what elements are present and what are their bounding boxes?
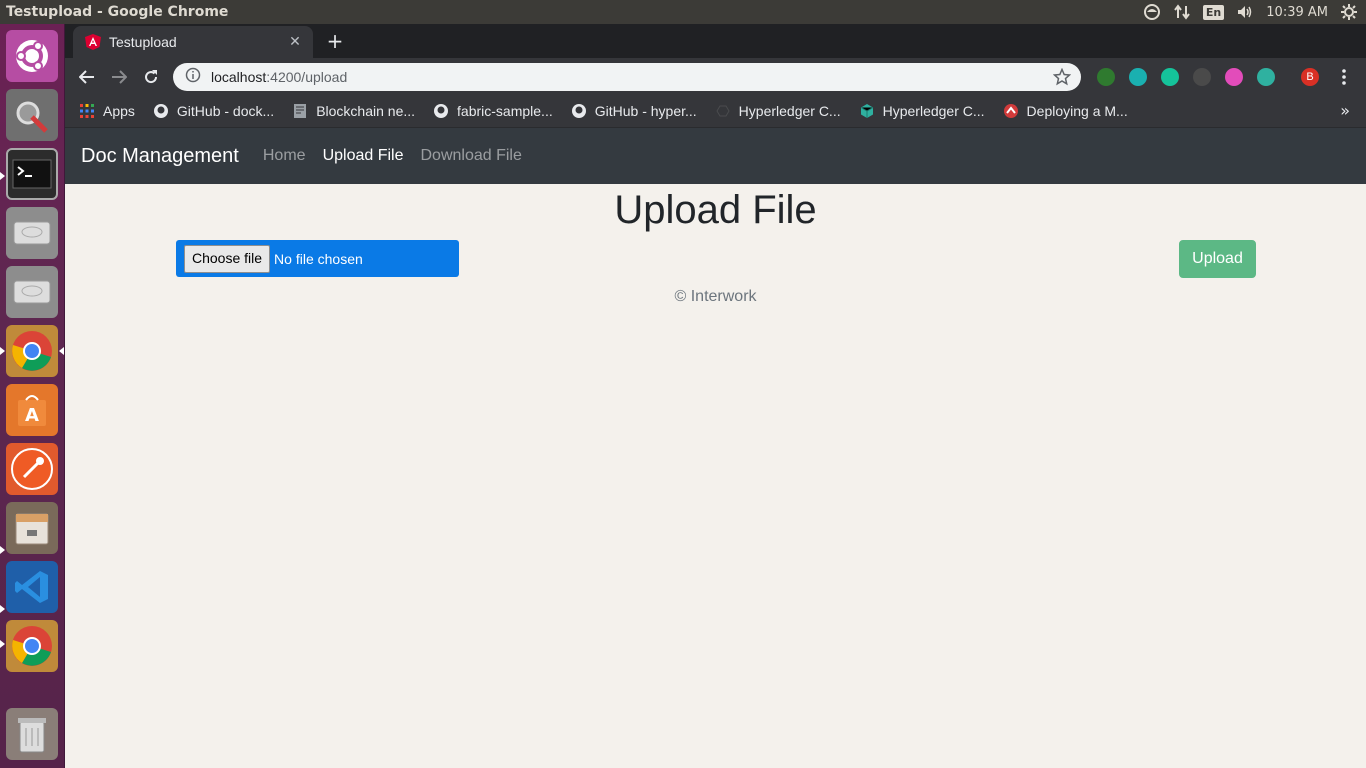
- file-input[interactable]: Choose file No file chosen: [176, 240, 459, 277]
- clock[interactable]: 10:39 AM: [1266, 5, 1328, 20]
- bookmark-label: Hyperledger C...: [882, 103, 985, 119]
- bookmark-label: Deploying a M...: [1026, 103, 1128, 119]
- ubuntu-launcher: A: [0, 24, 65, 768]
- disk-drive-icon[interactable]: [6, 266, 58, 318]
- svg-text:A: A: [25, 405, 39, 426]
- bookmark-label: Blockchain ne...: [316, 103, 416, 119]
- file-status: No file chosen: [274, 250, 363, 267]
- upload-button[interactable]: Upload: [1179, 240, 1256, 278]
- bookmarks-bar: Apps GitHub - dock... Blockchain ne... f…: [65, 95, 1366, 128]
- network-indicator-icon[interactable]: [1143, 3, 1161, 21]
- apps-grid-icon: [79, 103, 95, 119]
- bookmark-label: GitHub - dock...: [176, 103, 275, 119]
- bookmark-label: GitHub - hyper...: [594, 103, 697, 119]
- upload-form: Choose file No file chosen Upload: [65, 240, 1366, 290]
- profile-avatar[interactable]: B: [1301, 68, 1319, 86]
- bookmark-label: Hyperledger C...: [738, 103, 841, 119]
- url-text: localhost:4200/upload: [211, 69, 347, 85]
- vscode-icon[interactable]: [6, 561, 58, 613]
- url-path: :4200/upload: [266, 69, 348, 85]
- chrome-icon[interactable]: [6, 325, 58, 377]
- choose-file-button[interactable]: Choose file: [184, 244, 271, 273]
- bookmark-hyperledger-2[interactable]: Hyperledger C...: [859, 103, 985, 119]
- bookmark-blockchain[interactable]: Blockchain ne...: [292, 103, 415, 119]
- data-transfer-icon[interactable]: [1173, 3, 1191, 21]
- back-arrow-icon[interactable]: [75, 65, 99, 89]
- new-tab-icon[interactable]: +: [323, 30, 347, 54]
- ubuntu-dash-icon[interactable]: [6, 30, 58, 82]
- volume-icon[interactable]: [1236, 3, 1254, 21]
- grammarly-extension-icon[interactable]: [1161, 68, 1179, 86]
- chrome-icon[interactable]: [6, 620, 58, 672]
- window-title: Testupload - Google Chrome: [6, 4, 229, 20]
- system-gear-icon[interactable]: [1340, 3, 1358, 21]
- bookmark-apps[interactable]: Apps: [79, 103, 135, 119]
- moon-extension-icon[interactable]: [1225, 68, 1243, 86]
- trash-icon[interactable]: [6, 708, 58, 760]
- angular-favicon-icon: [85, 34, 101, 50]
- disk-drive-icon[interactable]: [6, 207, 58, 259]
- extension-m-icon[interactable]: [1129, 68, 1147, 86]
- web-page: Doc Management Home Upload File Download…: [65, 128, 1366, 768]
- file-manager-icon[interactable]: [6, 502, 58, 554]
- browser-menu-icon[interactable]: [1334, 67, 1354, 87]
- system-settings-icon[interactable]: [6, 89, 58, 141]
- nav-link-download[interactable]: Download File: [421, 147, 522, 165]
- app-navbar: Doc Management Home Upload File Download…: [65, 128, 1366, 184]
- nav-link-home[interactable]: Home: [263, 147, 306, 165]
- bookmark-label: fabric-sample...: [457, 103, 553, 119]
- postman-icon[interactable]: [6, 443, 58, 495]
- system-top-panel: Testupload - Google Chrome En 10:39 AM: [0, 0, 1366, 24]
- software-center-icon[interactable]: A: [6, 384, 58, 436]
- github-icon: [153, 103, 169, 119]
- bookmark-hyperledger-1[interactable]: Hyperledger C...: [715, 103, 841, 119]
- close-tab-icon[interactable]: ✕: [287, 34, 303, 50]
- bookmark-deploying[interactable]: Deploying a M...: [1003, 103, 1128, 119]
- url-host: localhost: [211, 69, 267, 85]
- hyperledger-icon: [715, 103, 731, 119]
- browser-tab-strip: Testupload ✕ +: [65, 24, 1366, 58]
- bookmark-label: Apps: [103, 103, 135, 119]
- bookmark-fabric-samples[interactable]: fabric-sample...: [433, 103, 553, 119]
- github-icon: [571, 103, 587, 119]
- github-icon: [433, 103, 449, 119]
- browser-toolbar: localhost:4200/upload B: [65, 58, 1366, 95]
- system-tray: En 10:39 AM: [1143, 0, 1366, 24]
- browser-tab[interactable]: Testupload ✕: [73, 26, 313, 58]
- more-bookmarks-icon[interactable]: »: [1340, 101, 1350, 120]
- terminal-icon[interactable]: [6, 148, 58, 200]
- tab-title: Testupload: [109, 34, 177, 50]
- bookmark-star-icon[interactable]: [1052, 67, 1072, 86]
- forward-arrow-icon[interactable]: [107, 65, 131, 89]
- cube-icon: [859, 103, 875, 119]
- footer: © Interwork: [674, 288, 757, 305]
- reload-icon[interactable]: [139, 65, 163, 89]
- bookmark-github-docker[interactable]: GitHub - dock...: [153, 103, 274, 119]
- address-bar[interactable]: localhost:4200/upload: [173, 63, 1081, 91]
- page-title: Upload File: [614, 188, 817, 232]
- navbar-brand[interactable]: Doc Management: [81, 145, 239, 168]
- deploy-icon: [1003, 103, 1019, 119]
- nav-link-upload[interactable]: Upload File: [323, 147, 404, 165]
- document-icon: [292, 103, 308, 119]
- site-info-icon[interactable]: [185, 67, 201, 87]
- json-extension-icon[interactable]: [1193, 68, 1211, 86]
- nodejs-extension-icon[interactable]: [1097, 68, 1115, 86]
- keyboard-layout-indicator[interactable]: En: [1202, 4, 1225, 20]
- extension-icon[interactable]: [1257, 68, 1275, 86]
- bookmark-github-hyperledger[interactable]: GitHub - hyper...: [571, 103, 697, 119]
